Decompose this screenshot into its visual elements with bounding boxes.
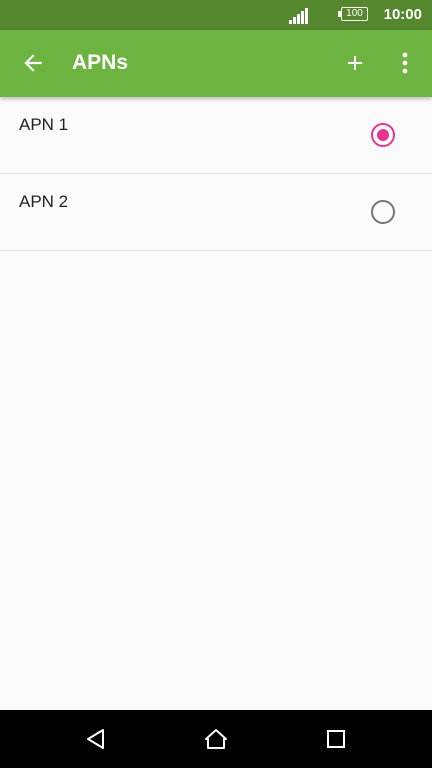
more-vert-icon[interactable] <box>396 50 414 76</box>
apn-list: APN 1 APN 2 <box>0 97 432 251</box>
apn-item-1[interactable]: APN 1 <box>0 97 432 174</box>
back-triangle-icon[interactable] <box>84 727 108 751</box>
navigation-bar <box>0 710 432 768</box>
home-icon[interactable] <box>204 727 228 751</box>
apn-radio-selected[interactable] <box>371 123 395 147</box>
battery-icon: 100 <box>338 7 370 23</box>
clock: 10:00 <box>383 6 422 23</box>
apn-item-label: APN 2 <box>19 192 69 211</box>
recents-icon[interactable] <box>324 727 348 751</box>
page-title: APNs <box>72 51 129 74</box>
apn-item-label: APN 1 <box>19 115 69 134</box>
status-bar: 100 10:00 <box>0 0 432 30</box>
back-arrow-icon[interactable] <box>20 50 46 76</box>
apn-item-2[interactable]: APN 2 <box>0 174 432 251</box>
apn-radio-unselected[interactable] <box>371 200 395 224</box>
battery-level: 100 <box>341 7 368 21</box>
app-bar: APNs <box>0 30 432 97</box>
signal-icon <box>289 8 308 24</box>
radio-dot-icon <box>377 129 389 141</box>
plus-icon[interactable] <box>343 51 367 75</box>
